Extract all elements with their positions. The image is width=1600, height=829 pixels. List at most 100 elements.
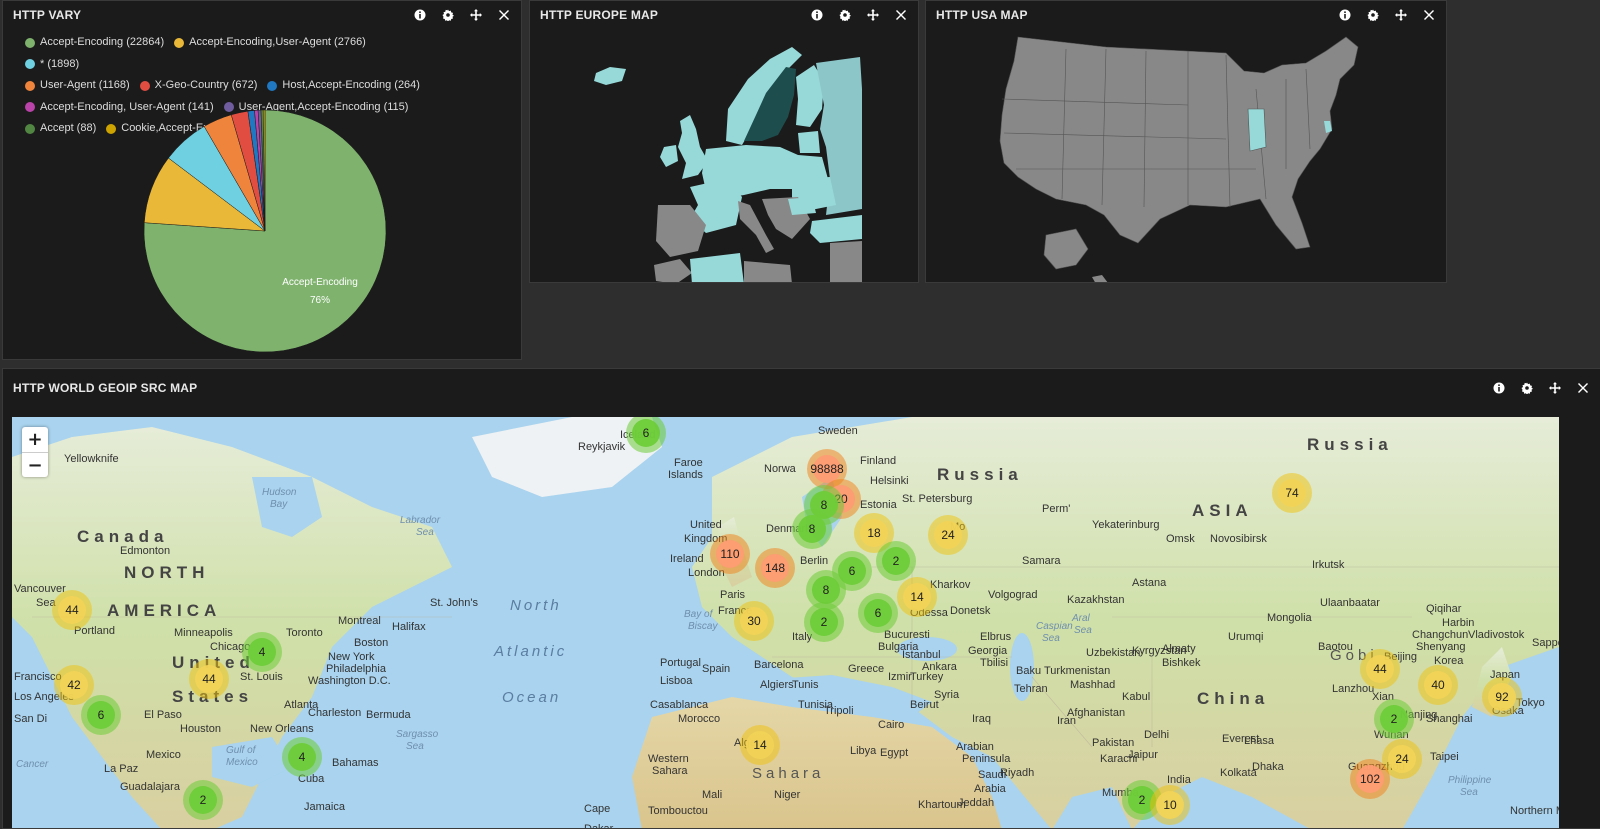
- marker-cluster[interactable]: 30: [734, 601, 774, 641]
- map-label: Kazakhstan: [1067, 594, 1125, 606]
- marker-cluster-count: 18: [860, 519, 888, 547]
- map-label: St. John's: [430, 597, 478, 609]
- map-label: Cairo: [878, 719, 905, 731]
- map-label: Labrador: [400, 515, 441, 526]
- close-icon[interactable]: [894, 8, 908, 22]
- marker-cluster-count: 24: [1388, 745, 1416, 773]
- marker-cluster[interactable]: 6: [858, 593, 898, 633]
- map-label: Jaipur: [1128, 749, 1158, 761]
- map-label: Minneapolis: [174, 627, 233, 639]
- map-label: Hudson: [262, 487, 297, 498]
- marker-cluster[interactable]: 40: [1418, 665, 1458, 705]
- map-region-poland: [766, 155, 794, 181]
- map-label: Reykjavik: [578, 441, 626, 453]
- map-label: Sahara: [752, 765, 825, 782]
- marker-cluster[interactable]: 14: [740, 725, 780, 765]
- marker-cluster-count: 2: [810, 608, 838, 636]
- map-label: Jamaica: [304, 801, 345, 813]
- info-icon[interactable]: [1492, 381, 1506, 395]
- map-label: Bucuresti: [884, 629, 930, 641]
- europe-map[interactable]: [530, 29, 919, 283]
- map-label: Sea: [1074, 625, 1092, 636]
- map-label: Kyrgyzstan: [1132, 645, 1187, 657]
- usa-map[interactable]: [926, 29, 1447, 283]
- marker-cluster[interactable]: 10: [1150, 785, 1190, 825]
- marker-cluster-count: 44: [58, 596, 86, 624]
- marker-cluster-count: 2: [1380, 705, 1408, 733]
- map-label: Faroe: [674, 457, 703, 469]
- world-map[interactable]: Russia Russia ASIA Canada NORTH AMERICA United…: [12, 417, 1559, 828]
- marker-cluster[interactable]: 44: [1360, 649, 1400, 689]
- map-label: Spain: [702, 663, 731, 675]
- map-label: St. Louis: [240, 671, 283, 683]
- map-label: Houston: [180, 723, 221, 735]
- marker-cluster-count: 14: [903, 583, 931, 611]
- map-label: Bay: [270, 499, 288, 510]
- marker-cluster[interactable]: 102: [1350, 759, 1390, 799]
- map-label: Bay of: [684, 609, 713, 620]
- map-label: AMERICA: [107, 601, 222, 620]
- marker-cluster[interactable]: 4: [282, 737, 322, 777]
- marker-cluster-count: 6: [632, 419, 660, 447]
- water-bay-of-bengal: [1182, 797, 1242, 828]
- close-icon[interactable]: [1422, 8, 1436, 22]
- map-label: Riyadh: [1000, 767, 1035, 779]
- map-label: New York: [328, 651, 375, 663]
- close-icon[interactable]: [1576, 381, 1590, 395]
- marker-cluster[interactable]: 6: [81, 695, 121, 735]
- map-label: Tunis: [792, 679, 819, 691]
- marker-cluster[interactable]: 14: [897, 577, 937, 617]
- map-label: Estonia: [860, 499, 897, 511]
- gear-icon[interactable]: [838, 8, 852, 22]
- marker-cluster[interactable]: 4: [242, 632, 282, 672]
- marker-cluster[interactable]: 2: [876, 541, 916, 581]
- map-label: Mali: [702, 789, 723, 801]
- marker-cluster[interactable]: 2: [804, 602, 844, 642]
- marker-cluster[interactable]: 148: [755, 548, 795, 588]
- map-label: Paris: [720, 589, 746, 601]
- map-label: Sea: [1460, 787, 1478, 798]
- marker-cluster-count: 8: [798, 515, 826, 543]
- marker-cluster-count: 6: [87, 701, 115, 729]
- panel-tools: [810, 8, 908, 22]
- move-icon[interactable]: [866, 8, 880, 22]
- map-label: NORTH: [124, 563, 210, 582]
- map-label: Berlin: [800, 555, 829, 567]
- marker-cluster[interactable]: 110: [710, 534, 750, 574]
- marker-cluster[interactable]: 44: [189, 659, 229, 699]
- info-icon[interactable]: [1338, 8, 1352, 22]
- http-europe-map-panel: HTTP EUROPE MAP: [529, 0, 919, 283]
- marker-cluster[interactable]: 44: [52, 590, 92, 630]
- info-icon[interactable]: [810, 8, 824, 22]
- map-label: Turkmenistan: [1044, 665, 1111, 677]
- zoom-in-button[interactable]: +: [22, 427, 48, 452]
- map-label: China: [1197, 689, 1270, 708]
- move-icon[interactable]: [1394, 8, 1408, 22]
- map-label: Kabul: [1122, 691, 1151, 703]
- map-label: Mashhad: [1070, 679, 1116, 691]
- marker-cluster[interactable]: 8: [792, 509, 832, 549]
- map-label: Mexico: [146, 749, 181, 761]
- zoom-out-button[interactable]: −: [22, 452, 48, 477]
- map-label: Halifax: [392, 621, 426, 633]
- marker-cluster[interactable]: 24: [928, 515, 968, 555]
- map-label: Mexico: [226, 757, 258, 768]
- panel-tools: [1338, 8, 1436, 22]
- marker-cluster-count: 44: [195, 665, 223, 693]
- map-region-middle-east: [830, 241, 862, 282]
- marker-cluster[interactable]: 2: [1374, 699, 1414, 739]
- map-label: Sapporo: [1532, 637, 1559, 649]
- map-label: ASIA: [1192, 501, 1253, 520]
- marker-cluster-count: 74: [1278, 479, 1306, 507]
- gear-icon[interactable]: [1520, 381, 1534, 395]
- gear-icon[interactable]: [1366, 8, 1380, 22]
- marker-cluster[interactable]: 74: [1272, 473, 1312, 513]
- map-region-baltics: [798, 131, 820, 153]
- move-icon[interactable]: [1548, 381, 1562, 395]
- map-label: Washington D.C.: [308, 675, 391, 687]
- map-label: Arabia: [974, 783, 1006, 795]
- map-label: Cape: [584, 803, 611, 815]
- marker-cluster[interactable]: 2: [183, 780, 223, 820]
- map-label: Vancouver: [14, 583, 66, 595]
- marker-cluster[interactable]: 92: [1482, 677, 1522, 717]
